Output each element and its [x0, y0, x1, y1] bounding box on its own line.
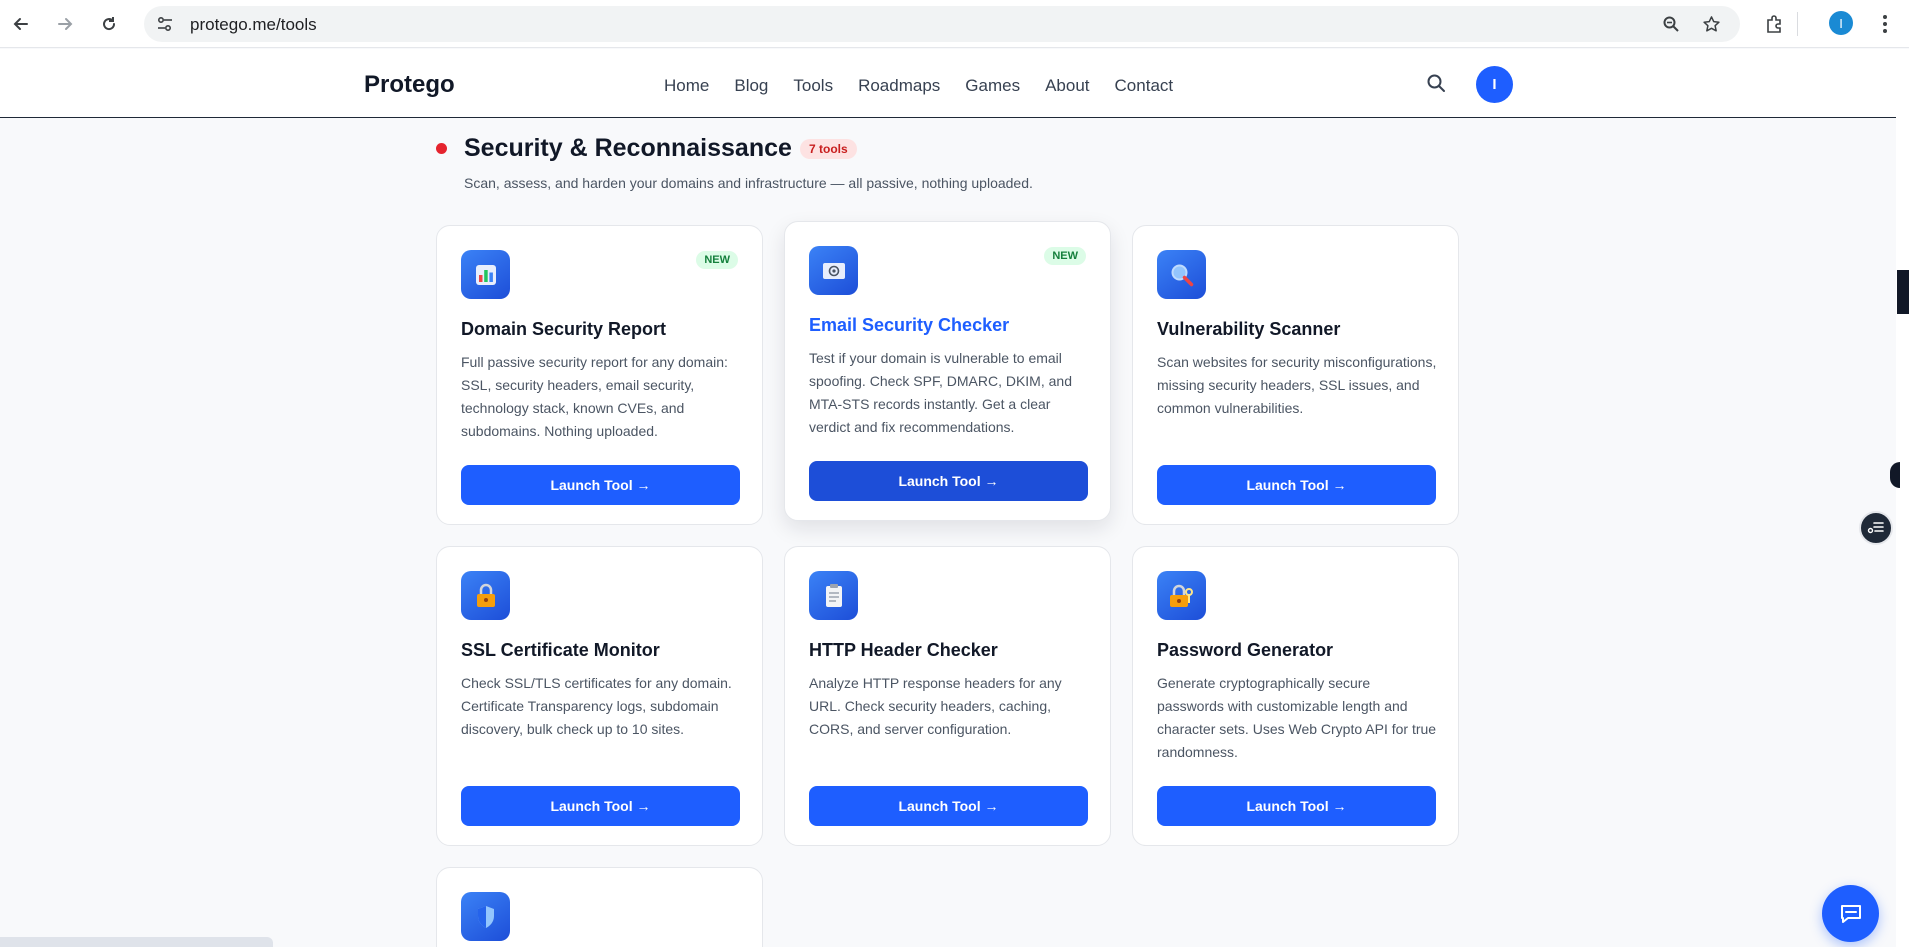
card-title[interactable]: HTTP Header Checker — [809, 640, 998, 661]
launch-tool-button[interactable]: Launch Tool → — [461, 465, 740, 505]
nav-roadmaps[interactable]: Roadmaps — [858, 76, 940, 96]
key-lock-icon — [1157, 571, 1206, 620]
side-widget-handle[interactable] — [1890, 462, 1900, 488]
new-badge: NEW — [1044, 247, 1086, 265]
nav-about[interactable]: About — [1045, 76, 1089, 96]
chat-icon[interactable] — [1822, 885, 1879, 942]
section-description: Scan, assess, and harden your domains an… — [464, 175, 1033, 191]
nav-contact[interactable]: Contact — [1115, 76, 1174, 96]
nav-blog[interactable]: Blog — [734, 76, 768, 96]
card-description: Test if your domain is vulnerable to ema… — [809, 350, 1072, 435]
zoom-icon[interactable] — [1659, 12, 1683, 36]
email-icon — [809, 246, 858, 295]
nav-tools[interactable]: Tools — [793, 76, 833, 96]
site-info-icon[interactable] — [154, 13, 176, 35]
document-icon — [809, 571, 858, 620]
launch-tool-button[interactable]: Launch Tool → — [1157, 786, 1436, 826]
tool-card-vulnerability-scanner[interactable]: Vulnerability Scanner Scan websites for … — [1132, 225, 1459, 525]
magnifier-icon — [1157, 250, 1206, 299]
nav-home[interactable]: Home — [664, 76, 709, 96]
card-title[interactable]: SSL Certificate Monitor — [461, 640, 660, 661]
toolbar-separator — [1797, 12, 1798, 36]
card-title[interactable]: Domain Security Report — [461, 319, 666, 340]
nav-games[interactable]: Games — [965, 76, 1020, 96]
bar-chart-icon — [461, 250, 510, 299]
section-title: Security & Reconnaissance — [464, 134, 792, 162]
launch-tool-button[interactable]: Launch Tool → — [461, 786, 740, 826]
url-text[interactable]: protego.me/tools — [190, 15, 317, 35]
address-bar[interactable]: protego.me/tools — [144, 6, 1740, 42]
card-description: Full passive security report for any dom… — [461, 354, 728, 439]
back-icon[interactable] — [6, 9, 36, 39]
tool-card-partial[interactable] — [436, 867, 763, 947]
forward-icon[interactable] — [50, 9, 80, 39]
shield-icon — [461, 892, 510, 941]
tool-card-email-security-checker[interactable]: NEW Email Security Checker Test if your … — [784, 221, 1111, 521]
launch-tool-button[interactable]: Launch Tool → — [809, 461, 1088, 501]
card-title[interactable]: Vulnerability Scanner — [1157, 319, 1340, 340]
tool-card-http-header-checker[interactable]: HTTP Header Checker Analyze HTTP respons… — [784, 546, 1111, 846]
extensions-icon[interactable] — [1760, 10, 1788, 38]
tool-card-ssl-certificate-monitor[interactable]: SSL Certificate Monitor Check SSL/TLS ce… — [436, 546, 763, 846]
brand-logo[interactable]: Protego — [364, 71, 455, 99]
user-avatar[interactable]: I — [1476, 66, 1513, 103]
side-widget-tab[interactable] — [1897, 270, 1909, 314]
tool-count-badge: 7 tools — [800, 139, 857, 159]
launch-tool-button[interactable]: Launch Tool → — [1157, 465, 1436, 505]
main-nav: Home Blog Tools Roadmaps Games About Con… — [664, 76, 1198, 96]
lock-icon — [461, 571, 510, 620]
reader-mode-icon[interactable] — [1859, 511, 1893, 545]
card-description: Generate cryptographically secure passwo… — [1157, 675, 1437, 760]
bookmark-star-icon[interactable] — [1699, 12, 1723, 36]
card-description: Check SSL/TLS certificates for any domai… — [461, 675, 732, 737]
tool-card-password-generator[interactable]: Password Generator Generate cryptographi… — [1132, 546, 1459, 846]
section-status-dot — [436, 143, 447, 154]
launch-tool-button[interactable]: Launch Tool → — [809, 786, 1088, 826]
reload-icon[interactable] — [94, 9, 124, 39]
site-header: Protego Home Blog Tools Roadmaps Games A… — [0, 49, 1896, 118]
card-description: Analyze HTTP response headers for any UR… — [809, 675, 1062, 737]
browser-menu-icon[interactable] — [1871, 10, 1899, 38]
browser-toolbar: protego.me/tools I — [0, 0, 1909, 48]
search-icon[interactable] — [1425, 72, 1451, 98]
card-title[interactable]: Email Security Checker — [809, 315, 1009, 336]
card-description: Scan websites for security misconfigurat… — [1157, 354, 1437, 416]
card-title[interactable]: Password Generator — [1157, 640, 1333, 661]
new-badge: NEW — [696, 251, 738, 269]
tool-card-domain-security-report[interactable]: NEW Domain Security Report Full passive … — [436, 225, 763, 525]
browser-profile-avatar[interactable]: I — [1829, 11, 1853, 35]
scrollbar-track[interactable] — [1896, 49, 1909, 947]
status-bar — [0, 937, 273, 947]
